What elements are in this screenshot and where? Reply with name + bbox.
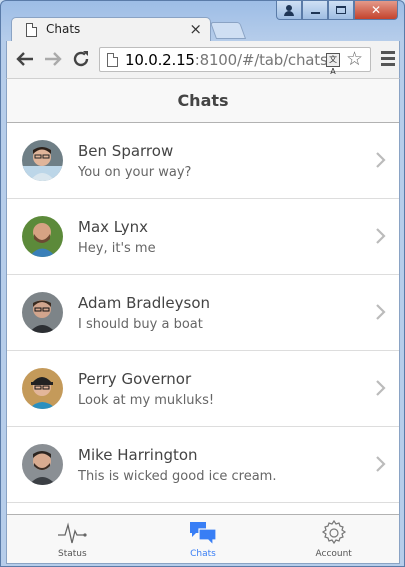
chat-item-adam-bradleyson[interactable]: Adam Bradleyson I should buy a boat [7, 275, 399, 351]
tab-label: Status [57, 549, 87, 559]
chat-name: Adam Bradleyson [78, 294, 211, 312]
tab-title: Chats [46, 22, 81, 36]
avatar [22, 216, 63, 257]
chat-item-ben-sparrow[interactable]: Ben Sparrow You on your way? [7, 123, 399, 199]
chat-name: Perry Governor [78, 370, 192, 388]
tab-label: Chats [190, 549, 216, 559]
translate-icon[interactable]: 文A [326, 53, 340, 76]
arrow-right-icon [45, 52, 62, 66]
hamburger-menu-icon[interactable] [381, 51, 395, 69]
url-path: :8100/#/tab/chats [194, 51, 328, 69]
minimize-button[interactable] [302, 1, 328, 20]
forward-button[interactable] [41, 48, 65, 70]
close-window-button[interactable]: ✕ [354, 1, 398, 20]
tab-chats[interactable]: Chats [138, 515, 269, 563]
user-icon [284, 4, 294, 16]
tab-bar: Status Chats Account [7, 514, 399, 563]
chat-item-max-lynx[interactable]: Max Lynx Hey, it's me [7, 199, 399, 275]
back-button[interactable] [13, 48, 37, 70]
chat-list: Ben Sparrow You on your way? Max Lynx He… [7, 123, 399, 503]
document-icon [26, 23, 37, 37]
gear-icon [321, 519, 346, 545]
avatar [22, 292, 63, 333]
chat-last-message: Hey, it's me [78, 241, 156, 256]
chat-item-perry-governor[interactable]: Perry Governor Look at my mukluks! [7, 351, 399, 427]
minimize-icon [310, 12, 320, 14]
tab-status[interactable]: Status [7, 515, 138, 563]
maximize-button[interactable] [328, 1, 354, 20]
url-host: 10.0.2.15 [125, 51, 195, 69]
chevron-right-icon [376, 380, 386, 396]
chat-last-message: I should buy a boat [78, 317, 203, 332]
browser-window: Chats × ✕ 10.0.2.15:8100/#/tab/chats 文A … [0, 0, 405, 567]
tab-account[interactable]: Account [268, 515, 399, 563]
chat-last-message: You on your way? [78, 165, 192, 180]
chatbubbles-icon [190, 522, 217, 547]
browser-toolbar: 10.0.2.15:8100/#/tab/chats 文A ☆ [6, 41, 400, 78]
chat-name: Mike Harrington [78, 446, 198, 464]
page-icon [107, 53, 118, 67]
page-title: Chats [177, 91, 229, 110]
browser-tab[interactable]: Chats × [11, 17, 211, 41]
chevron-right-icon [376, 228, 386, 244]
avatar [22, 368, 63, 409]
chevron-right-icon [376, 304, 386, 320]
avatar [22, 140, 63, 181]
close-tab-icon[interactable]: × [189, 20, 202, 38]
reload-icon [73, 51, 89, 67]
arrow-left-icon [16, 52, 33, 66]
avatar [22, 444, 63, 485]
app-view: Chats Ben Sparrow You on your way? Max L… [6, 78, 400, 564]
chevron-right-icon [376, 152, 386, 168]
tab-label: Account [315, 549, 352, 559]
nav-bar: Chats [7, 79, 399, 123]
chat-item-mike-harrington[interactable]: Mike Harrington This is wicked good ice … [7, 427, 399, 503]
new-tab-button[interactable] [209, 22, 247, 39]
maximize-icon [336, 6, 346, 14]
chevron-right-icon [376, 456, 386, 472]
chat-last-message: This is wicked good ice cream. [78, 469, 277, 484]
url-text[interactable]: 10.0.2.15:8100/#/tab/chats [125, 51, 328, 69]
address-bar[interactable]: 10.0.2.15:8100/#/tab/chats 文A ☆ [99, 47, 371, 76]
chat-name: Max Lynx [78, 218, 149, 236]
reload-button[interactable] [69, 48, 93, 70]
star-icon[interactable]: ☆ [346, 48, 363, 70]
chat-name: Ben Sparrow [78, 142, 174, 160]
window-controls: ✕ [276, 1, 398, 20]
profile-button[interactable] [276, 1, 302, 20]
tab-strip: Chats × ✕ [1, 1, 404, 41]
pulse-icon [58, 522, 87, 544]
chat-last-message: Look at my mukluks! [78, 393, 215, 408]
